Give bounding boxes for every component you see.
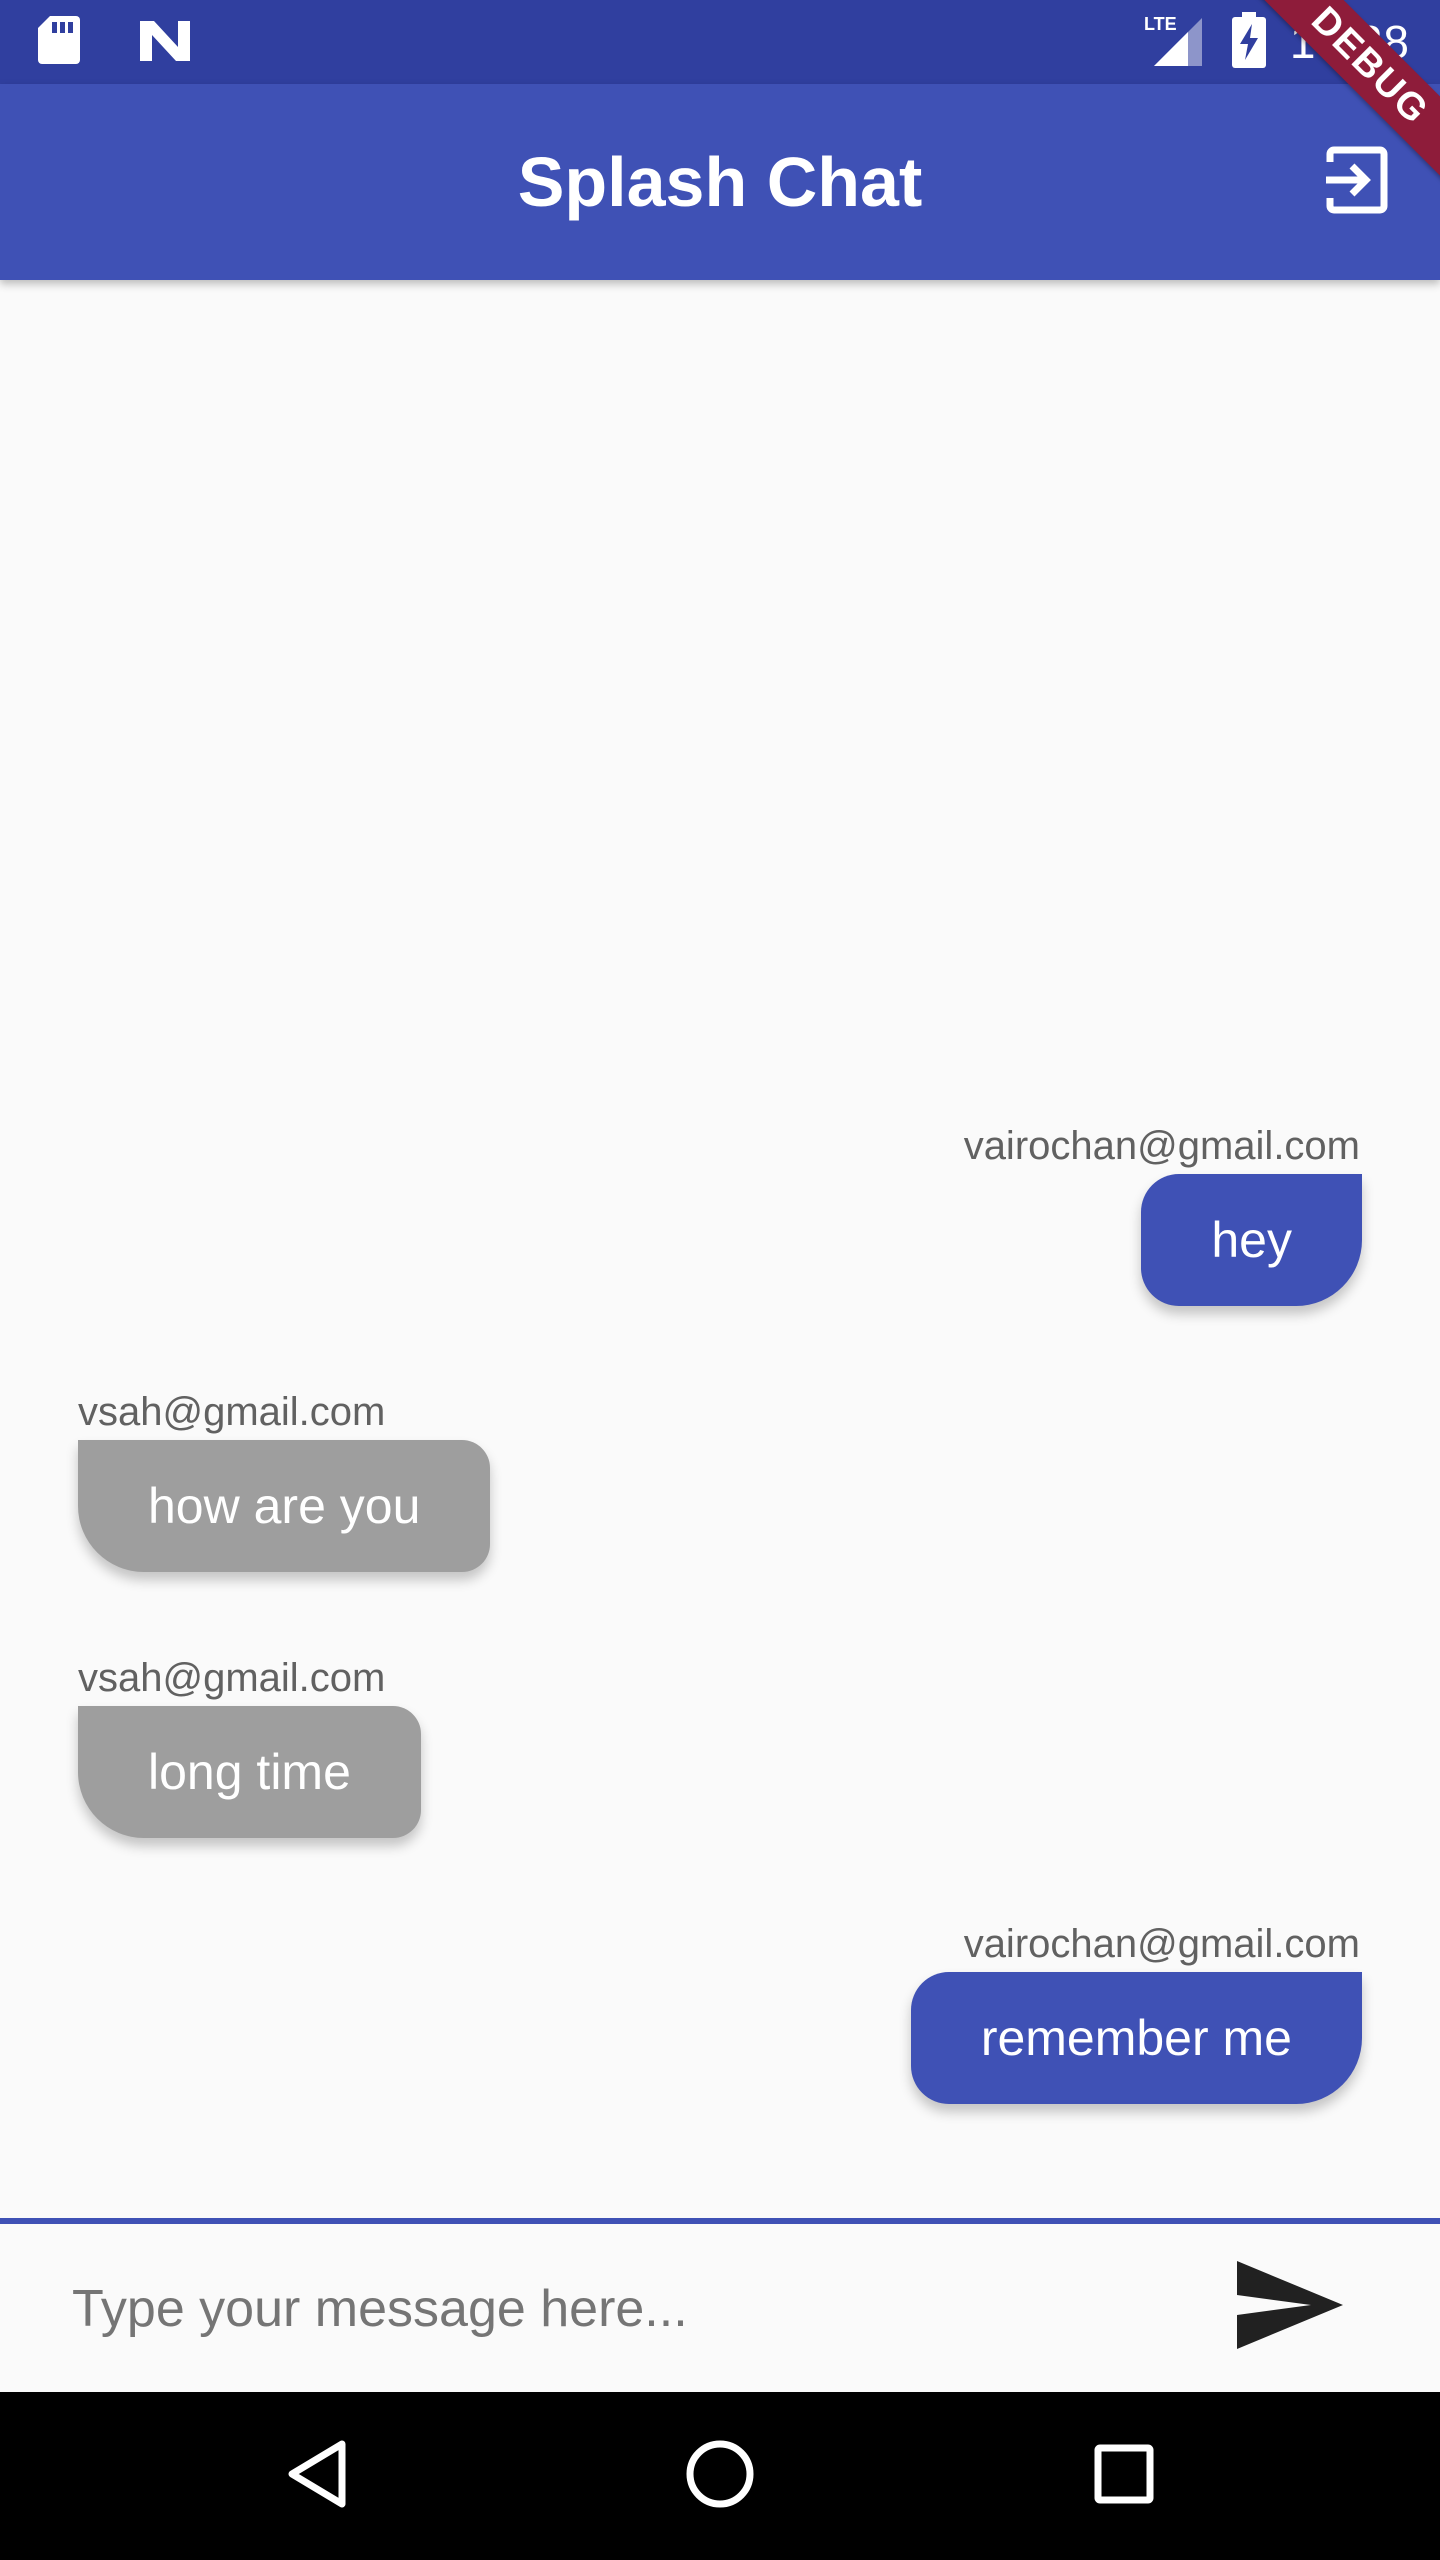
logout-icon [1320,144,1392,221]
message-bubble-received[interactable]: long time [78,1706,421,1838]
send-icon [1235,2259,1345,2356]
sd-card-icon [36,14,82,71]
svg-text:LTE: LTE [1144,14,1177,34]
message-sender: vsah@gmail.com [78,1390,386,1434]
message-input[interactable] [70,2258,1174,2360]
message-sender: vairochan@gmail.com [963,1124,1360,1168]
message-bubble-received[interactable]: how are you [78,1440,491,1572]
nav-home-button[interactable] [670,2426,770,2526]
lte-signal-icon: LTE [1144,12,1208,73]
send-button[interactable] [1230,2252,1350,2362]
battery-charging-icon [1231,11,1266,73]
nav-recents-button[interactable] [1074,2426,1174,2526]
message-text: long time [148,1744,351,1800]
nav-back-button[interactable] [266,2426,366,2526]
message-list[interactable]: vairochan@gmail.com hey vsah@gmail.com h… [0,280,1440,2218]
n-notification-icon [138,17,192,68]
message-bubble-sent[interactable]: hey [1141,1174,1362,1306]
message-sender: vsah@gmail.com [78,1656,386,1700]
app-title: Splash Chat [517,143,923,221]
back-triangle-icon [284,2438,348,2515]
message-text: remember me [980,2010,1292,2066]
message-composer [0,2218,1440,2392]
message-text: hey [1211,1212,1292,1268]
message-text: how are you [148,1478,421,1534]
recents-square-icon [1092,2442,1156,2511]
status-bar: LTE 10:28 [0,0,1440,84]
home-circle-icon [684,2438,756,2515]
logout-button[interactable] [1312,138,1400,226]
app-bar: Splash Chat [0,84,1440,280]
message-bubble-sent[interactable]: remember me [910,1972,1362,2104]
status-left-icons [36,14,192,70]
system-nav-bar [0,2392,1440,2560]
message-sender: vairochan@gmail.com [963,1922,1360,1966]
